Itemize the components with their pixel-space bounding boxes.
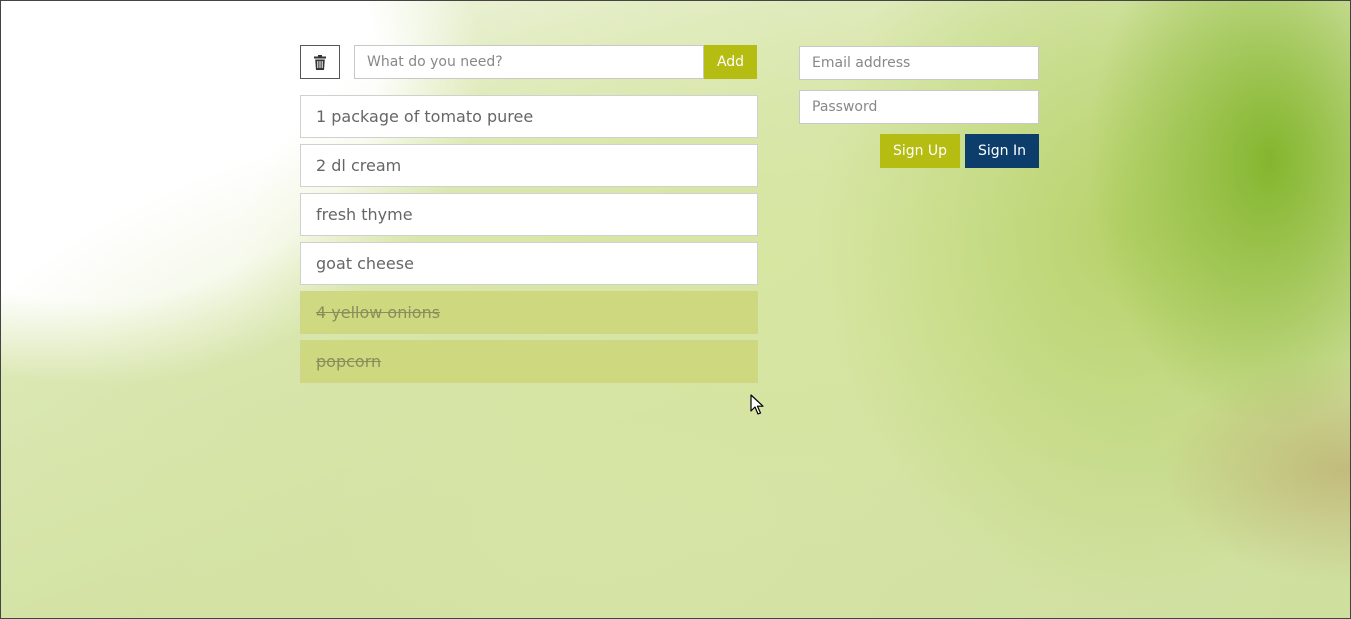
list-item[interactable]: 2 dl cream (300, 144, 758, 187)
email-field[interactable] (799, 46, 1039, 80)
password-field[interactable] (799, 90, 1039, 124)
sign-up-button[interactable]: Sign Up (880, 134, 960, 168)
list-item[interactable]: goat cheese (300, 242, 758, 285)
list-item[interactable]: 4 yellow onions (300, 291, 758, 334)
list-item[interactable]: fresh thyme (300, 193, 758, 236)
mouse-pointer-icon (750, 394, 764, 416)
trash-icon (314, 54, 326, 70)
list-item[interactable]: 1 package of tomato puree (300, 95, 758, 138)
list-item[interactable]: popcorn (300, 340, 758, 383)
new-item-input[interactable] (354, 45, 704, 79)
shopping-list: 1 package of tomato puree 2 dl cream fre… (300, 95, 758, 389)
add-button[interactable]: Add (704, 45, 757, 79)
sign-in-button[interactable]: Sign In (965, 134, 1039, 168)
clear-list-button[interactable] (300, 45, 340, 79)
